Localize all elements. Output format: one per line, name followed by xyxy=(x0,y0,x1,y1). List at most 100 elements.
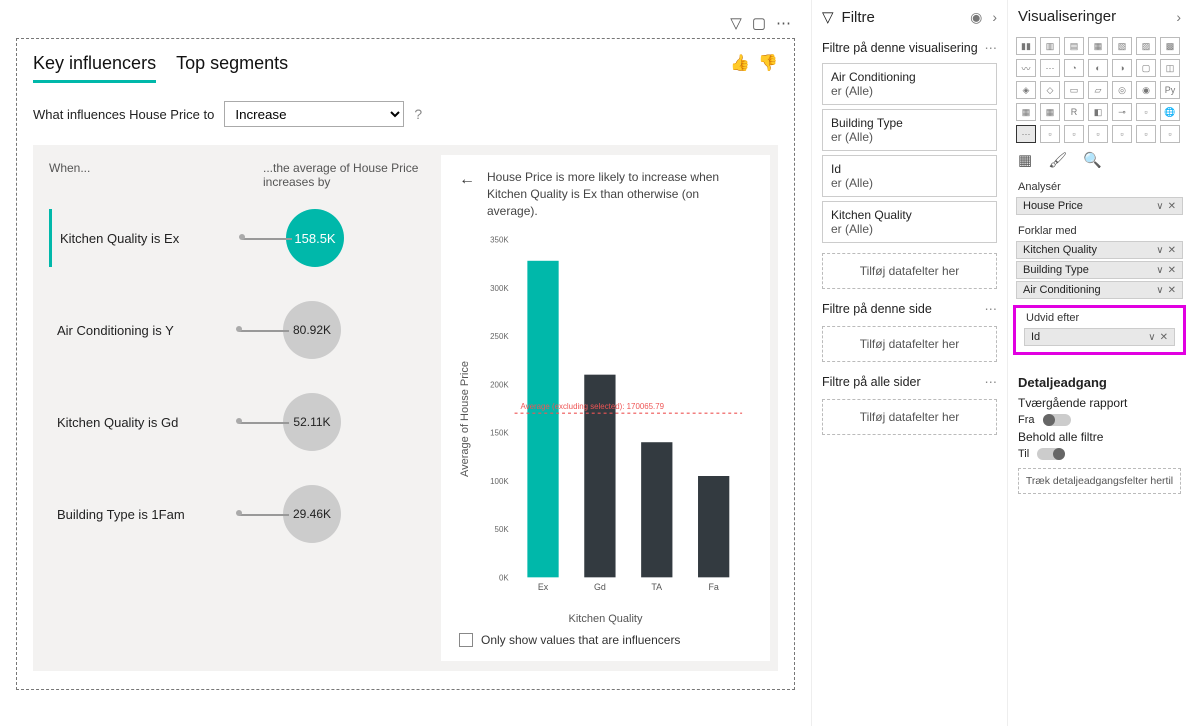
viz-type-icon[interactable]: 🌐 xyxy=(1160,103,1180,121)
drillthrough-drop[interactable]: Træk detaljeadgangsfelter hertil xyxy=(1018,468,1181,494)
only-influencers-checkbox[interactable]: Only show values that are influencers xyxy=(459,633,752,647)
chevron-down-icon[interactable]: ∨ xyxy=(1156,265,1163,276)
eye-icon[interactable]: ◉ xyxy=(970,9,982,26)
section-more-icon[interactable]: ⋯ xyxy=(985,374,998,389)
filter-card[interactable]: Building Type er (Alle) xyxy=(822,109,997,151)
viz-type-icon[interactable]: ▫ xyxy=(1064,125,1084,143)
viz-type-icon[interactable]: ◐ xyxy=(1088,59,1108,77)
viz-type-icon[interactable]: ▫ xyxy=(1136,125,1156,143)
y-axis-label: Average of House Price xyxy=(459,229,471,609)
viz-type-icon[interactable]: ▦ xyxy=(1088,37,1108,55)
viz-type-icon[interactable]: ◎ xyxy=(1112,81,1132,99)
remove-field-icon[interactable]: ✕ xyxy=(1160,332,1168,343)
viz-type-icon[interactable]: ▫ xyxy=(1088,125,1108,143)
key-influencers-visual[interactable]: Key influencers Top segments 👍 👎 What in… xyxy=(16,38,795,690)
viz-type-icon[interactable]: ▢ xyxy=(1136,59,1156,77)
viz-type-icon[interactable]: ◔ xyxy=(1064,59,1084,77)
field-pill[interactable]: House Price ∨ ✕ xyxy=(1016,197,1183,215)
x-axis-label: Kitchen Quality xyxy=(459,613,752,625)
viz-type-icon[interactable]: ◑ xyxy=(1112,59,1132,77)
viz-type-icon[interactable]: ▤ xyxy=(1064,37,1084,55)
remove-field-icon[interactable]: ✕ xyxy=(1168,201,1176,212)
add-page-filter-drop[interactable]: Tilføj datafelter her xyxy=(822,326,997,362)
viz-type-icon[interactable]: ▮▮ xyxy=(1016,37,1036,55)
viz-type-icon[interactable]: ⋯ xyxy=(1040,59,1060,77)
toggle-switch[interactable] xyxy=(1043,414,1071,426)
add-report-filter-drop[interactable]: Tilføj datafelter her xyxy=(822,399,997,435)
keep-filters-toggle[interactable]: Til xyxy=(1018,448,1181,460)
cross-report-toggle[interactable]: Fra xyxy=(1018,414,1181,426)
svg-text:Average (excluding selected):: Average (excluding selected): 170065.79 xyxy=(521,402,665,411)
viz-type-icon[interactable]: ▦ xyxy=(1016,103,1036,121)
thumbs-down-icon[interactable]: 👎 xyxy=(758,53,778,73)
viz-type-icon[interactable]: ▫ xyxy=(1112,125,1132,143)
viz-type-icon[interactable]: ▩ xyxy=(1160,37,1180,55)
thumbs-up-icon[interactable]: 👍 xyxy=(730,53,750,73)
drillthrough-header: Detaljeadgang xyxy=(1018,375,1181,390)
format-well-tab[interactable]: 🖌 xyxy=(1048,151,1067,169)
filter-card[interactable]: Id er (Alle) xyxy=(822,155,997,197)
chevron-down-icon[interactable]: ∨ xyxy=(1156,201,1163,212)
remove-field-icon[interactable]: ✕ xyxy=(1168,245,1176,256)
chevron-down-icon[interactable]: ∨ xyxy=(1156,245,1163,256)
viz-type-icon[interactable]: ◇ xyxy=(1040,81,1060,99)
toggle-switch[interactable] xyxy=(1037,448,1065,460)
chevron-right-icon[interactable]: › xyxy=(992,9,997,26)
viz-type-icon[interactable]: 〰 xyxy=(1016,59,1036,77)
viz-type-icon[interactable]: ▧ xyxy=(1112,37,1132,55)
influencer-row[interactable]: Kitchen Quality is Ex 158.5K xyxy=(49,209,423,267)
field-pill[interactable]: Air Conditioning ∨ ✕ xyxy=(1016,281,1183,299)
viz-type-icon[interactable]: ◫ xyxy=(1160,59,1180,77)
field-pill[interactable]: Id ∨ ✕ xyxy=(1024,328,1175,346)
chevron-down-icon[interactable]: ∨ xyxy=(1156,285,1163,296)
viz-type-icon[interactable]: ▱ xyxy=(1088,81,1108,99)
viz-type-icon[interactable]: ▫ xyxy=(1160,125,1180,143)
section-more-icon[interactable]: ⋯ xyxy=(985,40,998,55)
viz-type-icon[interactable]: ▫ xyxy=(1040,125,1060,143)
direction-select[interactable]: IncreaseDecrease xyxy=(224,101,404,127)
section-more-icon[interactable]: ⋯ xyxy=(985,301,998,316)
viz-type-icon[interactable]: ◧ xyxy=(1088,103,1108,121)
tab-top-segments[interactable]: Top segments xyxy=(176,53,288,83)
field-name: Building Type xyxy=(1023,264,1089,276)
report-canvas: ▽ ▢ ⋯ Key influencers Top segments 👍 👎 W… xyxy=(0,0,811,726)
influencer-bubble: 80.92K xyxy=(283,301,341,359)
viz-type-icon[interactable]: ⋯ xyxy=(1016,125,1036,143)
viz-type-icon[interactable]: ◉ xyxy=(1136,81,1156,99)
add-visual-filter-drop[interactable]: Tilføj datafelter her xyxy=(822,253,997,289)
influencer-row[interactable]: Building Type is 1Fam 29.46K xyxy=(49,485,423,543)
viz-type-icon[interactable]: R xyxy=(1064,103,1084,121)
field-pill[interactable]: Building Type ∨ ✕ xyxy=(1016,261,1183,279)
chevron-down-icon[interactable]: ∨ xyxy=(1148,332,1155,343)
viz-type-icon[interactable]: ▦ xyxy=(1040,103,1060,121)
influence-question: What influences House Price to IncreaseD… xyxy=(33,101,778,127)
viz-type-icon[interactable]: ◈ xyxy=(1016,81,1036,99)
visual-tabs: Key influencers Top segments xyxy=(33,53,288,83)
analytics-well-tab[interactable]: 🔍 xyxy=(1083,151,1102,169)
remove-field-icon[interactable]: ✕ xyxy=(1168,265,1176,276)
filter-card[interactable]: Air Conditioning er (Alle) xyxy=(822,63,997,105)
field-pill[interactable]: Kitchen Quality ∨ ✕ xyxy=(1016,241,1183,259)
viz-type-icon[interactable]: Py xyxy=(1160,81,1180,99)
viz-type-icon[interactable]: ▨ xyxy=(1136,37,1156,55)
chevron-right-icon[interactable]: › xyxy=(1176,9,1181,25)
influencer-row[interactable]: Air Conditioning is Y 80.92K xyxy=(49,301,423,359)
viz-type-icon[interactable]: ▭ xyxy=(1064,81,1084,99)
help-icon[interactable]: ? xyxy=(414,106,422,122)
remove-field-icon[interactable]: ✕ xyxy=(1168,285,1176,296)
filter-card[interactable]: Kitchen Quality er (Alle) xyxy=(822,201,997,243)
checkbox-icon[interactable] xyxy=(459,633,473,647)
more-options-icon[interactable]: ⋯ xyxy=(776,14,791,32)
filter-icon[interactable]: ▽ xyxy=(730,14,742,32)
visualizations-title: Visualiseringer xyxy=(1018,8,1116,25)
viz-type-icon[interactable]: ⊸ xyxy=(1112,103,1132,121)
svg-text:150K: 150K xyxy=(490,429,509,438)
viz-type-icon[interactable]: ▫ xyxy=(1136,103,1156,121)
back-arrow-icon[interactable]: ← xyxy=(459,169,475,219)
influencer-row[interactable]: Kitchen Quality is Gd 52.11K xyxy=(49,393,423,451)
viz-type-icon[interactable]: ▥ xyxy=(1040,37,1060,55)
bar-chart[interactable]: 0K50K100K150K200K250K300K350KExGdTAFaAve… xyxy=(475,229,752,609)
focus-mode-icon[interactable]: ▢ xyxy=(752,14,766,32)
tab-key-influencers[interactable]: Key influencers xyxy=(33,53,156,83)
fields-well-tab[interactable]: ▦ xyxy=(1018,151,1032,169)
